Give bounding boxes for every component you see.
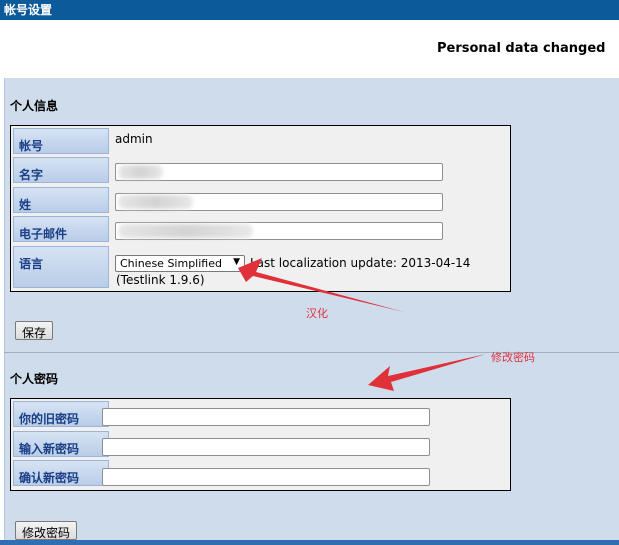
annotation-arrows [238,258,486,391]
bottom-edge [0,540,619,545]
annotation-arrow-localize [238,258,404,312]
annotation-localize: 汉化 [306,307,328,320]
annotation-change-password: 修改密码 [491,351,535,364]
annotation-arrow-password [368,354,486,391]
